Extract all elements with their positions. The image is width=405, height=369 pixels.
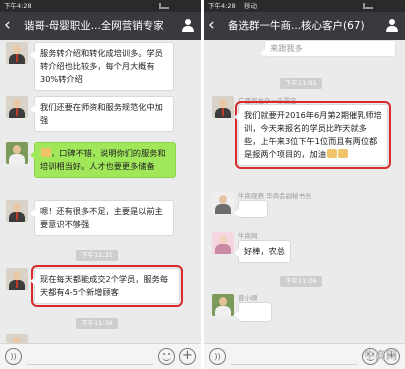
group-info-icon[interactable] bbox=[384, 18, 400, 34]
right-chat-screen: 下午4:28 移动 ‹ 备选群一牛商...核心客户(67) 来跟我多 下午11:… bbox=[204, 0, 405, 369]
emoji-icon[interactable] bbox=[158, 348, 175, 365]
voice-icon[interactable]: )) bbox=[209, 348, 226, 365]
avatar[interactable] bbox=[212, 232, 234, 254]
avatar[interactable] bbox=[212, 96, 234, 118]
chat-title: 备选群一牛商...核心客户(67) bbox=[228, 20, 365, 32]
message-bubble[interactable]: 我们还要在师资和服务规范化中加强 bbox=[30, 96, 174, 132]
message-text: ，口碑不错，说明你们的服务和培训相当好。人才也要更多储备 bbox=[40, 148, 166, 171]
message-input[interactable] bbox=[231, 349, 357, 365]
status-bar: 下午4:28 bbox=[0, 0, 201, 12]
system-note: 来跟我多 bbox=[260, 40, 396, 57]
chat-title: 谐哥-母婴职业...全网营销专家 bbox=[24, 20, 164, 32]
strong-arm-icon bbox=[326, 149, 337, 158]
message-bubble[interactable]: 服务转介绍和转化成培训多。学员转介绍也比较多，每个月大概有30%转介绍 bbox=[30, 42, 174, 91]
status-time: 下午4:28 bbox=[208, 2, 236, 10]
avatar[interactable] bbox=[6, 142, 28, 164]
highlighted-message-bubble[interactable]: 现在每天都能成交2个学员，服务每天都有4-5个新增顾客 bbox=[30, 265, 183, 307]
avatar[interactable] bbox=[6, 96, 28, 118]
timestamp: 下午11:01 bbox=[280, 78, 322, 89]
avatar[interactable] bbox=[6, 42, 28, 64]
back-arrow-icon[interactable]: ‹ bbox=[4, 16, 22, 36]
message-bubble[interactable] bbox=[234, 302, 272, 322]
strong-arm-icon bbox=[337, 149, 348, 158]
voice-icon[interactable]: )) bbox=[5, 348, 22, 365]
sender-name: 牛商网 bbox=[238, 232, 258, 240]
timestamp: 下午11:31 bbox=[76, 250, 118, 261]
avatar[interactable] bbox=[212, 192, 234, 214]
signal-icon bbox=[159, 3, 169, 9]
timestamp: 下午11:06 bbox=[280, 276, 322, 287]
chat-header: ‹ 备选群一牛商...核心客户(67) bbox=[204, 12, 405, 40]
plus-icon[interactable]: + bbox=[179, 348, 196, 365]
message-bubble[interactable]: ，口碑不错，说明你们的服务和培训相当好。人才也要更多储备 bbox=[30, 142, 176, 178]
thumbs-up-icon bbox=[41, 148, 51, 157]
input-bar: )) + bbox=[0, 343, 201, 369]
message-list[interactable]: 服务转介绍和转化成培训多。学员转介绍也比较多，每个月大概有30%转介绍 我们还要… bbox=[0, 40, 201, 343]
sender-name: 曾小顺 bbox=[238, 294, 258, 302]
message-bubble[interactable]: 嗯！还有很多不足，主要是以前主要意识不够强 bbox=[30, 200, 174, 236]
message-bubble[interactable]: 好棒，农总 bbox=[234, 240, 291, 263]
avatar[interactable] bbox=[6, 334, 28, 343]
avatar[interactable] bbox=[212, 294, 234, 316]
avatar[interactable] bbox=[6, 268, 28, 290]
sender-name: 牛商观察 华商会副秘书长 bbox=[238, 192, 312, 200]
highlighted-message-bubble[interactable]: 我们就要开2016年6月第2期催乳师培训，今天来报名的学员比昨天就多些，上午来3… bbox=[234, 101, 391, 169]
left-chat-screen: 下午4:28 ‹ 谐哥-母婴职业...全网营销专家 服务转介绍和转化成培训多。学… bbox=[0, 0, 201, 369]
back-arrow-icon[interactable]: ‹ bbox=[208, 16, 226, 36]
watermark: 牛商网 bbox=[364, 349, 397, 362]
message-bubble[interactable] bbox=[234, 200, 268, 218]
message-input[interactable] bbox=[27, 349, 153, 365]
contact-info-icon[interactable] bbox=[180, 18, 196, 34]
status-time: 下午4:28 bbox=[4, 2, 32, 10]
status-carrier: 移动 bbox=[244, 2, 257, 10]
signal-icon bbox=[363, 3, 373, 9]
message-list[interactable]: 来跟我多 下午11:01 广西崇左孕一乐婴宝 我们就要开2016年6月第2期催乳… bbox=[204, 40, 405, 343]
avatar[interactable] bbox=[6, 200, 28, 222]
message-text: 我们就要开2016年6月第2期催乳师培训，今天来报名的学员比昨天就多些，上午来3… bbox=[244, 110, 382, 159]
status-bar: 下午4:28 移动 bbox=[204, 0, 405, 12]
timestamp: 下午11:36 bbox=[76, 318, 118, 329]
chat-header: ‹ 谐哥-母婴职业...全网营销专家 bbox=[0, 12, 201, 40]
